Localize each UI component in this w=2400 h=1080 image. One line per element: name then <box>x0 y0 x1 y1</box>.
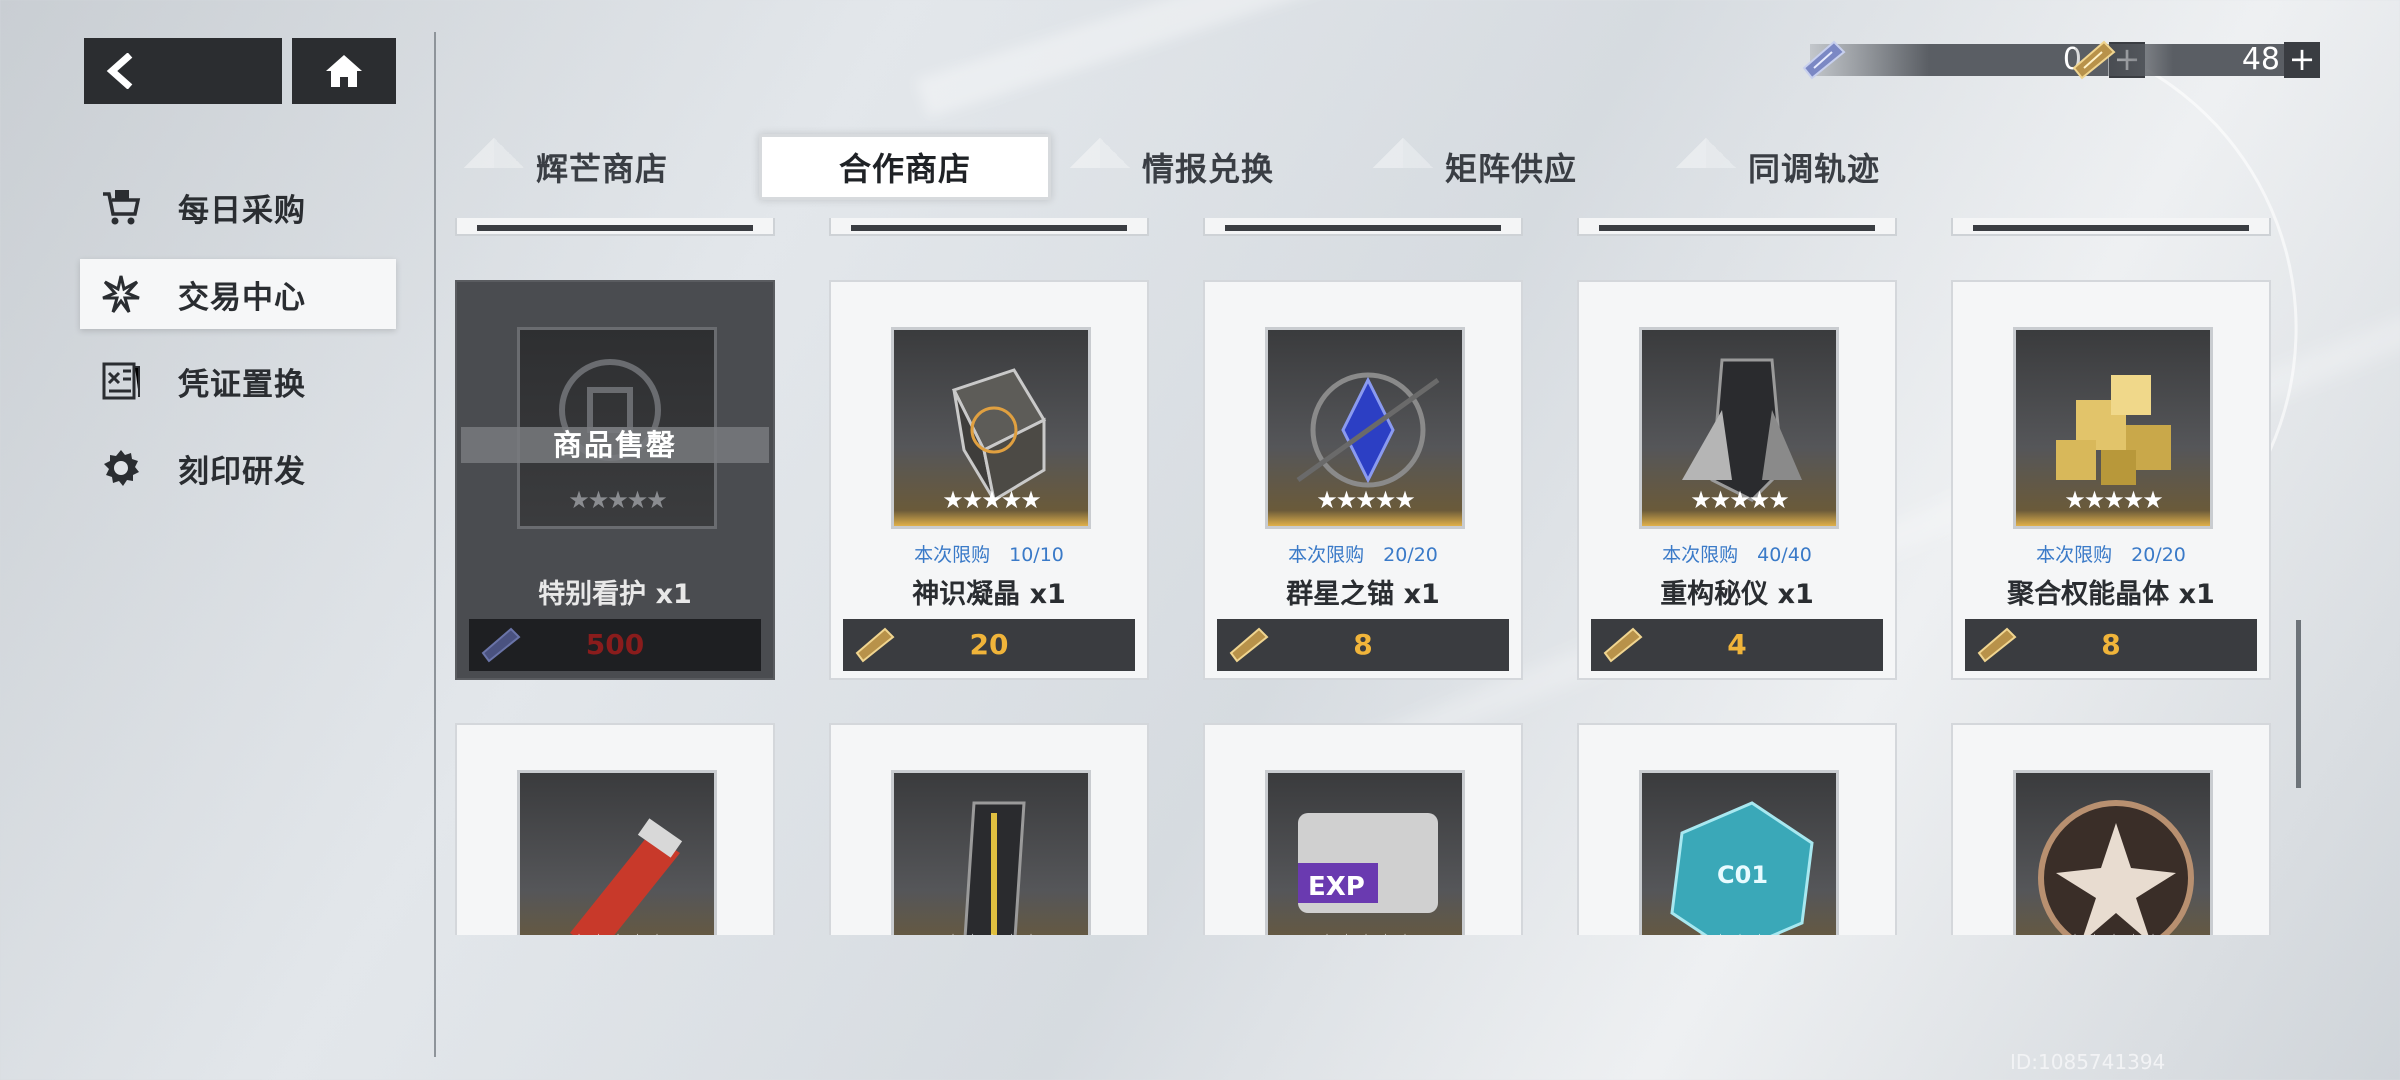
shop-card[interactable]: ★★★★★ <box>1951 723 2271 935</box>
tab-radiant-shop[interactable]: 辉芒商店 <box>456 134 748 200</box>
sidebar-divider <box>434 32 436 1057</box>
item-thumbnail: ★★★★★ <box>1265 327 1465 529</box>
gear-icon <box>100 447 142 489</box>
scrollbar[interactable] <box>2296 620 2301 788</box>
exp-chip-icon: EXP <box>1298 813 1438 913</box>
item-name: 重构秘仪 x1 <box>1660 579 1814 610</box>
item-name: 聚合权能晶体 x1 <box>2007 579 2215 610</box>
shop-card[interactable]: ★★★★★ 本次限购 20/20 聚合权能晶体 x1 8 <box>1951 280 2271 680</box>
item-name: 特别看护 x1 <box>538 579 692 610</box>
shop-card[interactable]: ★★★★★ <box>829 723 1149 935</box>
sidebar-item-daily-purchase[interactable]: 每日采购 <box>80 172 396 242</box>
shop-card-partial <box>829 218 1149 236</box>
user-id: ID:1085741394 <box>2010 1050 2166 1074</box>
sidebar-item-imprint-research[interactable]: 刻印研发 <box>80 433 396 503</box>
tab-sync-track[interactable]: 同调轨迹 <box>1668 134 1960 200</box>
price-value: 8 <box>1353 628 1373 661</box>
purchase-limit: 本次限购 40/40 <box>1662 544 1812 566</box>
tab-cooperation-shop[interactable]: 合作商店 <box>759 134 1051 200</box>
shop-card-partial <box>1577 218 1897 236</box>
rarity-stars: ★★★★★ <box>942 486 1042 514</box>
price-bar: 20 <box>843 619 1135 671</box>
item-thumbnail: ★★★★★ <box>2013 327 2213 529</box>
cyan-cube-icon: C01 <box>1670 801 1814 935</box>
shop-card-partial <box>1203 218 1523 236</box>
back-arrow-icon <box>106 53 133 89</box>
rarity-stars: ★★★★★ <box>520 929 714 935</box>
sidebar-item-label: 每日采购 <box>178 192 306 229</box>
sidebar-item-voucher-exchange[interactable]: 凭证置换 <box>80 346 396 416</box>
price-bar: 500 <box>469 619 761 671</box>
currency-value: 0 <box>2062 42 2082 77</box>
shop-card[interactable]: ★★★★★ 本次限购 40/40 重构秘仪 x1 4 <box>1577 280 1897 680</box>
item-thumbnail: ★★★★★ <box>2013 770 2213 935</box>
price-bar: 8 <box>1965 619 2257 671</box>
shop-card[interactable]: ★★★★★ 本次限购 20/20 群星之锚 x1 8 <box>1203 280 1523 680</box>
rarity-stars: ★★★★★ <box>2064 486 2164 514</box>
item-thumbnail: ★★★★★ <box>891 327 1091 529</box>
voucher-ticket-icon <box>1802 40 1846 80</box>
item-thumbnail: C01 ★★★★★ <box>1639 770 1839 935</box>
tab-matrix-supply[interactable]: 矩阵供应 <box>1365 134 1657 200</box>
exchange-icon <box>100 273 142 315</box>
sidebar-item-label: 交易中心 <box>178 279 306 316</box>
price-bar: 8 <box>1217 619 1509 671</box>
price-value: 20 <box>969 628 1009 661</box>
item-name: 群星之锚 x1 <box>1286 579 1440 610</box>
rarity-stars: ★★★★★ <box>568 486 668 514</box>
shop-grid[interactable]: ★★★★★ 商品售罄 特别看护 x1 500 ★★★★★ 本次限购 10/10 … <box>440 218 2300 935</box>
item-thumbnail: ★★★★★ <box>1639 327 1839 529</box>
shop-card[interactable]: EXP ★★★★★ <box>1203 723 1523 935</box>
rarity-stars: ★★★★★ <box>1316 486 1416 514</box>
currency-value: 48 <box>2241 42 2280 77</box>
shop-card[interactable]: ★★★★★ 商品售罄 特别看护 x1 500 <box>455 280 775 680</box>
rarity-stars: ★★★★★ <box>1690 486 1790 514</box>
sold-out-banner: 商品售罄 <box>461 427 769 463</box>
item-name: 神识凝晶 x1 <box>912 579 1066 610</box>
price-value: 500 <box>585 628 645 661</box>
back-button[interactable] <box>84 38 282 104</box>
rarity-stars: ★★★★★ <box>1268 929 1462 935</box>
sidebar-item-trade-center[interactable]: 交易中心 <box>80 259 396 329</box>
purchase-limit: 本次限购 20/20 <box>1288 544 1438 566</box>
currency-gold: 48 + <box>2070 40 2320 80</box>
item-thumbnail: EXP ★★★★★ <box>1265 770 1465 935</box>
price-bar: 4 <box>1591 619 1883 671</box>
item-thumbnail: ★★★★★ <box>891 770 1091 935</box>
emblem-icon <box>2038 800 2194 935</box>
shop-card-partial <box>455 218 775 236</box>
tab-intel-exchange[interactable]: 情报兑换 <box>1062 134 1354 200</box>
price-value: 4 <box>1727 628 1747 661</box>
home-button[interactable] <box>292 38 396 104</box>
sidebar-item-label: 刻印研发 <box>178 453 306 490</box>
rarity-stars: ★★★★★ <box>1642 929 1836 935</box>
purchase-limit: 本次限购 20/20 <box>2036 544 2186 566</box>
rarity-stars: ★★★★★ <box>2016 929 2210 935</box>
shop-card[interactable]: ★★★★★ <box>455 723 775 935</box>
add-gold-button[interactable]: + <box>2284 42 2320 78</box>
cart-icon <box>100 186 142 228</box>
rarity-stars: ★★★★★ <box>894 929 1088 935</box>
price-value: 8 <box>2101 628 2121 661</box>
svg-text:C01: C01 <box>1717 861 1768 889</box>
home-icon <box>326 55 362 87</box>
shop-card[interactable]: C01 ★★★★★ <box>1577 723 1897 935</box>
sidebar-item-label: 凭证置换 <box>178 366 306 403</box>
red-usb-icon <box>570 818 683 935</box>
shop-card-partial <box>1951 218 2271 236</box>
gold-capsule-icon <box>963 801 1026 935</box>
gold-ticket-icon <box>2072 40 2116 80</box>
certificate-icon <box>100 360 142 402</box>
svg-text:EXP: EXP <box>1308 872 1365 902</box>
shop-card[interactable]: ★★★★★ 本次限购 10/10 神识凝晶 x1 20 <box>829 280 1149 680</box>
item-thumbnail: ★★★★★ <box>517 770 717 935</box>
purchase-limit: 本次限购 10/10 <box>914 544 1064 566</box>
